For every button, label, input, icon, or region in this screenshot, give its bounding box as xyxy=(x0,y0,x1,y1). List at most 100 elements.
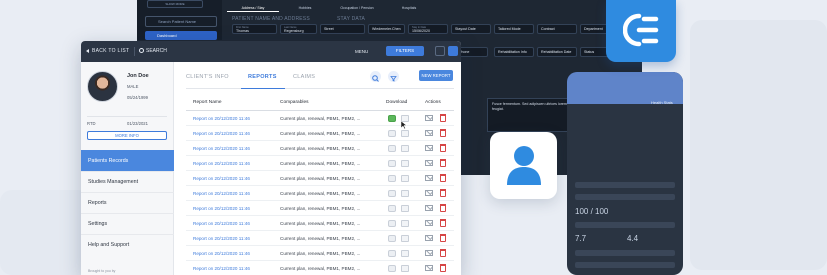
stay-out-date-field[interactable]: Stayout Date xyxy=(451,24,491,34)
back-to-list-link[interactable]: BACK TO LIST xyxy=(92,41,129,62)
tailored-mode-select[interactable]: Tailored Mode xyxy=(494,24,534,34)
trash-icon[interactable] xyxy=(440,264,446,272)
download-pdf-icon[interactable] xyxy=(401,220,409,227)
email-icon[interactable] xyxy=(425,130,433,136)
column-header-report-name: Report Name xyxy=(193,100,222,105)
table-row: Report on 20/12/2020 11:46 Current plan, … xyxy=(186,111,454,126)
email-icon[interactable] xyxy=(425,190,433,196)
first-name-field[interactable]: First Name Thomas xyxy=(232,24,277,34)
tab-hobbies[interactable]: Hobbies xyxy=(279,4,331,12)
download-pdf-icon[interactable] xyxy=(401,130,409,137)
last-name-field[interactable]: Last Name Regensburg xyxy=(280,24,317,34)
nav-reports[interactable]: Reports xyxy=(81,192,174,213)
new-report-button[interactable]: NEW REPORT xyxy=(419,70,453,81)
list-view-icon[interactable] xyxy=(448,46,458,56)
rtd-value: 01/23/2021 xyxy=(127,121,148,126)
street-field[interactable]: Street xyxy=(320,24,365,34)
contract-select[interactable]: Contract xyxy=(537,24,577,34)
search-link[interactable]: SEARCH xyxy=(146,41,167,62)
stay-in-date-field[interactable]: Stay in Date 15/06/2020 xyxy=(408,24,448,34)
tab-clients-info[interactable]: CLIENT'S INFO xyxy=(186,74,229,80)
download-excel-icon[interactable] xyxy=(388,190,396,197)
report-name-link[interactable]: Report on 20/12/2020 11:46 xyxy=(193,201,250,216)
back-arrow-icon[interactable] xyxy=(86,49,89,53)
search-icon[interactable] xyxy=(139,48,144,53)
email-icon[interactable] xyxy=(425,145,433,151)
report-name-link[interactable]: Report on 20/12/2020 11:46 xyxy=(193,126,250,141)
trash-icon[interactable] xyxy=(440,129,446,137)
trash-icon[interactable] xyxy=(440,159,446,167)
tab-occupation[interactable]: Occupation / Pension xyxy=(331,4,383,12)
download-excel-icon[interactable] xyxy=(388,235,396,242)
tab-claims[interactable]: CLAIMS xyxy=(293,74,315,80)
email-icon[interactable] xyxy=(425,265,433,271)
report-name-link[interactable]: Report on 20/12/2020 11:46 xyxy=(193,156,250,171)
grid-view-icon[interactable] xyxy=(435,46,445,56)
stat-value: 7.7 xyxy=(575,234,587,243)
dark-search-input[interactable]: Search Patient Name xyxy=(145,16,217,27)
email-icon[interactable] xyxy=(425,235,433,241)
background-shape xyxy=(0,190,90,275)
report-name-link[interactable]: Report on 20/12/2020 11:46 xyxy=(193,231,250,246)
download-excel-icon[interactable] xyxy=(388,130,396,137)
trash-icon[interactable] xyxy=(440,204,446,212)
report-name-link[interactable]: Report on 20/12/2020 11:46 xyxy=(193,246,250,261)
download-pdf-icon[interactable] xyxy=(401,175,409,182)
report-name-link[interactable]: Report on 20/12/2020 11:46 xyxy=(193,186,250,201)
download-excel-icon[interactable] xyxy=(388,220,396,227)
download-pdf-icon[interactable] xyxy=(401,145,409,152)
download-excel-icon[interactable] xyxy=(388,160,396,167)
show-more-button[interactable]: SHOW MORE xyxy=(147,0,203,8)
download-pdf-icon[interactable] xyxy=(401,235,409,242)
download-pdf-icon[interactable] xyxy=(401,250,409,257)
trash-icon[interactable] xyxy=(440,189,446,197)
email-icon[interactable] xyxy=(425,250,433,256)
filter-icon[interactable] xyxy=(388,71,399,82)
download-excel-icon[interactable] xyxy=(388,115,396,122)
download-excel-icon[interactable] xyxy=(388,265,396,272)
more-info-button[interactable]: MORE INFO xyxy=(87,131,167,140)
comparables-cell: Current plan, renewal, PBM1, PBM2, ... xyxy=(280,161,361,166)
email-icon[interactable] xyxy=(425,175,433,181)
report-name-link[interactable]: Report on 20/12/2020 11:46 xyxy=(193,171,250,186)
nav-help-support[interactable]: Help and Support xyxy=(81,234,174,255)
filters-button[interactable]: FILTERS xyxy=(386,46,424,56)
nav-patients-records[interactable]: Patients Records xyxy=(81,150,174,171)
trash-icon[interactable] xyxy=(440,144,446,152)
nav-settings[interactable]: Settings xyxy=(81,213,174,234)
logo-icon xyxy=(623,13,659,47)
trash-icon[interactable] xyxy=(440,249,446,257)
patient-dob: 05/24/1999 xyxy=(127,95,148,100)
tab-hospitals[interactable]: Hospitals xyxy=(383,4,435,12)
patient-sex: MALE xyxy=(127,84,139,89)
download-excel-icon[interactable] xyxy=(388,175,396,182)
trash-icon[interactable] xyxy=(440,114,446,122)
trash-icon[interactable] xyxy=(440,234,446,242)
trash-icon[interactable] xyxy=(440,174,446,182)
report-name-link[interactable]: Report on 20/12/2020 11:46 xyxy=(193,111,250,126)
tab-reports[interactable]: REPORTS xyxy=(248,74,277,80)
download-excel-icon[interactable] xyxy=(388,205,396,212)
report-name-link[interactable]: Report on 20/12/2020 11:46 xyxy=(193,261,250,275)
dashboard-nav-item[interactable]: Dashboard xyxy=(145,31,217,40)
trash-icon[interactable] xyxy=(440,219,446,227)
email-icon[interactable] xyxy=(425,205,433,211)
download-pdf-icon[interactable] xyxy=(401,160,409,167)
download-pdf-icon[interactable] xyxy=(401,190,409,197)
tab-address-stay[interactable]: Address / Stay xyxy=(227,4,279,12)
city-field[interactable]: Wiedemeier.Chen xyxy=(368,24,405,34)
report-name-link[interactable]: Report on 20/12/2020 11:46 xyxy=(193,141,250,156)
rehab-info-select[interactable]: Rehabilitation Info xyxy=(494,47,534,57)
search-icon[interactable] xyxy=(370,71,381,82)
email-icon[interactable] xyxy=(425,220,433,226)
report-name-link[interactable]: Report on 20/12/2020 11:46 xyxy=(193,216,250,231)
menu-button[interactable]: MENU xyxy=(355,41,368,62)
download-excel-icon[interactable] xyxy=(388,145,396,152)
download-pdf-icon[interactable] xyxy=(401,265,409,272)
email-icon[interactable] xyxy=(425,160,433,166)
rehab-date-select[interactable]: Rehabilitation Date xyxy=(537,47,577,57)
email-icon[interactable] xyxy=(425,115,433,121)
download-excel-icon[interactable] xyxy=(388,250,396,257)
nav-studies-management[interactable]: Studies Management xyxy=(81,171,174,192)
download-pdf-icon[interactable] xyxy=(401,205,409,212)
